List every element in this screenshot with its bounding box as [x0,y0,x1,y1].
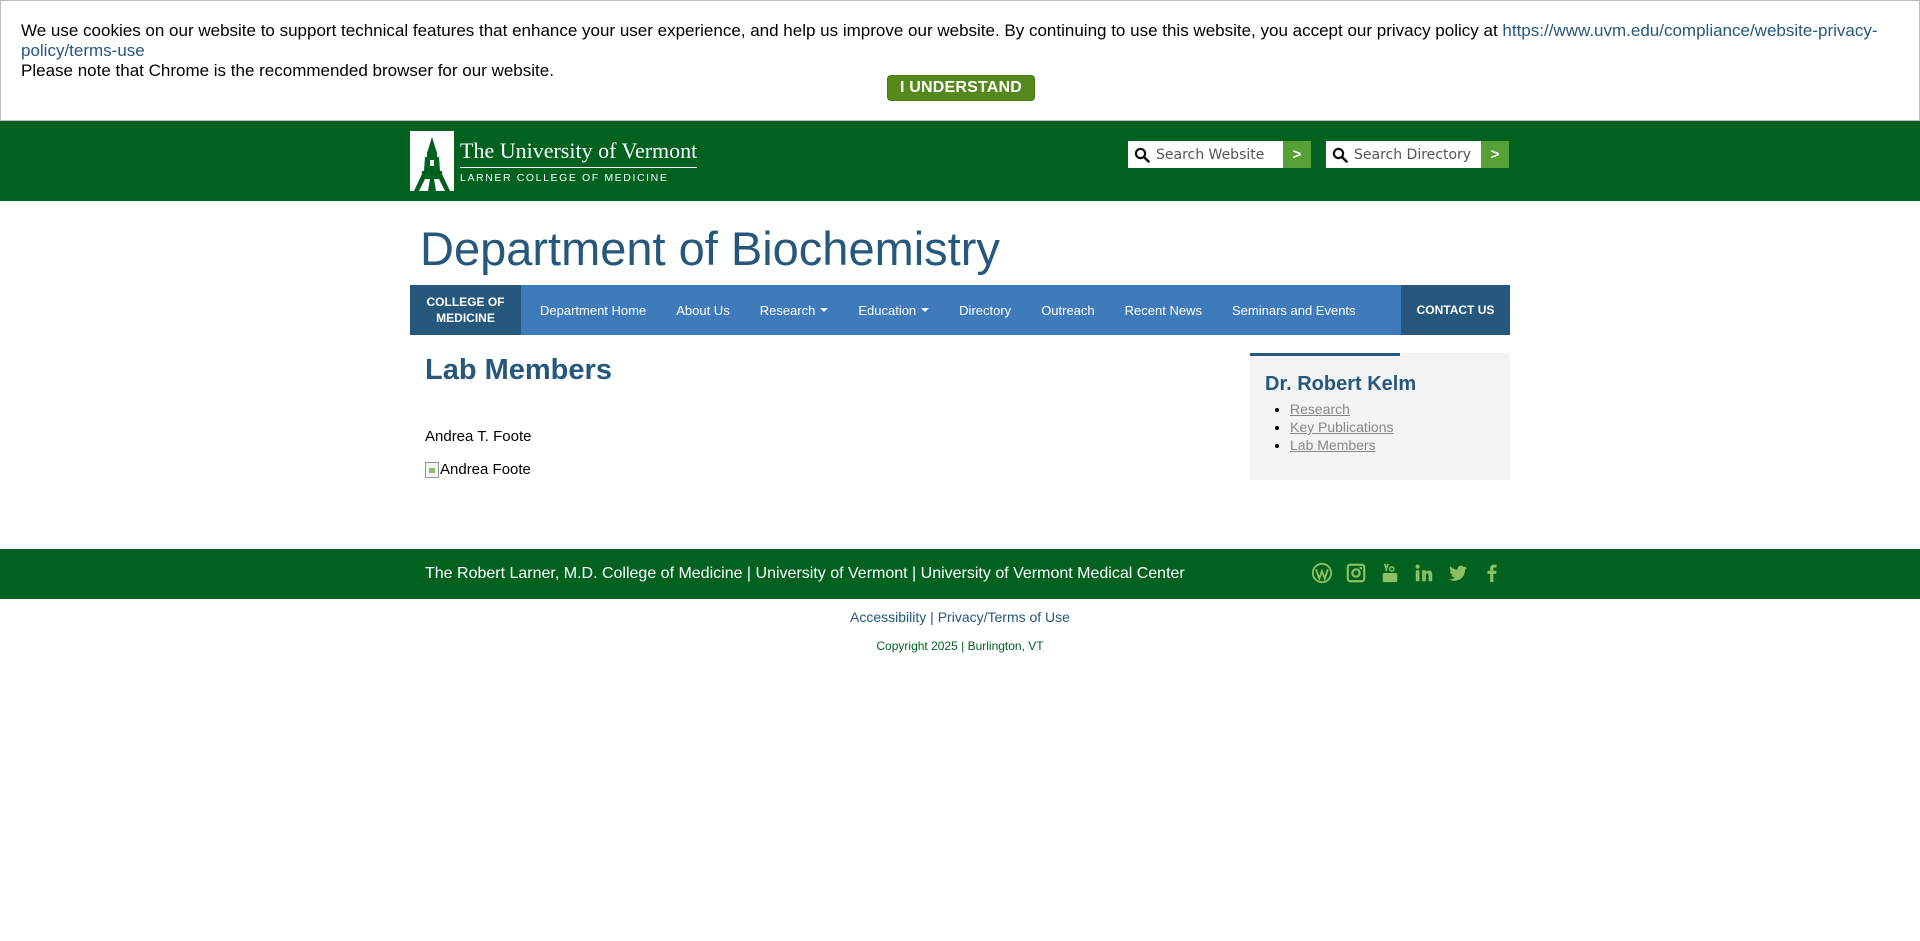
footer-text: The Robert Larner, M.D. College of Medic… [425,565,1185,582]
search-website-field [1128,141,1283,168]
logo-college-name: LARNER COLLEGE OF MEDICINE [460,172,669,184]
twitter-icon[interactable] [1446,561,1470,585]
search-directory: > [1326,141,1509,168]
page-title: Lab Members [425,354,612,386]
nav-college-label: COLLEGE OF MEDICINE [426,295,505,325]
department-title[interactable]: Department of Biochemistry [420,221,1000,276]
browser-note: Please note that Chrome is the recommend… [21,61,554,80]
caret-down-icon [921,308,930,312]
logo-wordmark: The University of Vermont LARNER COLLEGE… [460,138,698,184]
nav-item-label: Education [858,302,917,318]
sidebar-links: Research Key Publications Lab Members [1290,400,1394,454]
sidebar-link-research[interactable]: Research [1290,401,1350,417]
search-icon [1134,147,1150,163]
site-footer: The Robert Larner, M.D. College of Medic… [0,549,1920,599]
nav-item-department-home[interactable]: Department Home [525,303,661,318]
uvm-logo[interactable]: The University of Vermont LARNER COLLEGE… [410,131,698,191]
sidebar: Dr. Robert Kelm Research Key Publication… [1250,353,1510,480]
privacy-terms-link[interactable]: Privacy/Terms of Use [938,609,1070,625]
member-name: Andrea T. Foote [425,428,532,445]
member-photo-alt: Andrea Foote [440,461,531,478]
nav-item-about-us[interactable]: About Us [661,303,744,318]
nav-item-seminars-events[interactable]: Seminars and Events [1217,303,1371,318]
nav-college-of-medicine[interactable]: COLLEGE OF MEDICINE [410,285,521,335]
search-website-button[interactable]: > [1283,141,1311,168]
nav-item-label: Directory [959,302,1012,318]
nav-item-label: Outreach [1041,302,1095,318]
sidebar-title: Dr. Robert Kelm [1265,373,1417,395]
facebook-icon[interactable] [1480,561,1504,585]
nav-item-label: Research [759,302,816,318]
sidebar-link-lab-members[interactable]: Lab Members [1290,437,1376,453]
nav-item-label: Department Home [540,302,647,318]
cookie-banner: We use cookies on our website to support… [0,0,1920,121]
copyright: Copyright 2025 | Burlington, VT [876,639,1044,653]
search-directory-field [1326,141,1481,168]
site-header: The University of Vermont LARNER COLLEGE… [0,121,1920,201]
nav-item-education[interactable]: Education [843,303,944,318]
search-website: > [1128,141,1311,168]
nav-items: Department Home About Us Research Educat… [521,285,1401,335]
search-website-input[interactable] [1156,142,1281,167]
list-item: Key Publications [1290,418,1394,436]
nav-item-recent-news[interactable]: Recent News [1110,303,1217,318]
list-item: Lab Members [1290,436,1394,454]
main-nav: COLLEGE OF MEDICINE Department Home Abou… [410,285,1510,335]
cookie-message: We use cookies on our website to support… [21,21,1503,40]
search-directory-button[interactable]: > [1481,141,1509,168]
member-photo: Andrea Foote [425,461,531,478]
nav-item-label: Seminars and Events [1231,302,1356,318]
nav-item-directory[interactable]: Directory [944,303,1026,318]
i-understand-button[interactable]: I UNDERSTAND [887,75,1035,101]
cookie-text: We use cookies on our website to support… [21,21,1901,81]
logo-university-name: The University of Vermont [460,138,698,168]
accessibility-link[interactable]: Accessibility [850,609,926,625]
broken-image-icon [425,461,439,478]
social-links [1310,561,1514,585]
footer-separator: | [926,609,938,625]
search-icon [1332,147,1348,163]
instagram-icon[interactable] [1344,561,1368,585]
contact-us-button[interactable]: CONTACT US [1401,285,1510,335]
caret-down-icon [820,308,829,312]
youtube-icon[interactable] [1378,561,1402,585]
sidebar-accent-bar [1250,353,1400,356]
search-directory-input[interactable] [1354,142,1479,167]
nav-item-research[interactable]: Research [745,303,844,318]
sidebar-link-key-publications[interactable]: Key Publications [1290,419,1394,435]
nav-item-label: About Us [676,302,730,318]
nav-item-outreach[interactable]: Outreach [1026,303,1109,318]
nav-item-label: Recent News [1124,302,1202,318]
tower-logo-icon [410,131,454,191]
wordpress-icon[interactable] [1310,561,1334,585]
linkedin-icon[interactable] [1412,561,1436,585]
footer-links: Accessibility | Privacy/Terms of Use [0,609,1920,625]
list-item: Research [1290,400,1394,418]
